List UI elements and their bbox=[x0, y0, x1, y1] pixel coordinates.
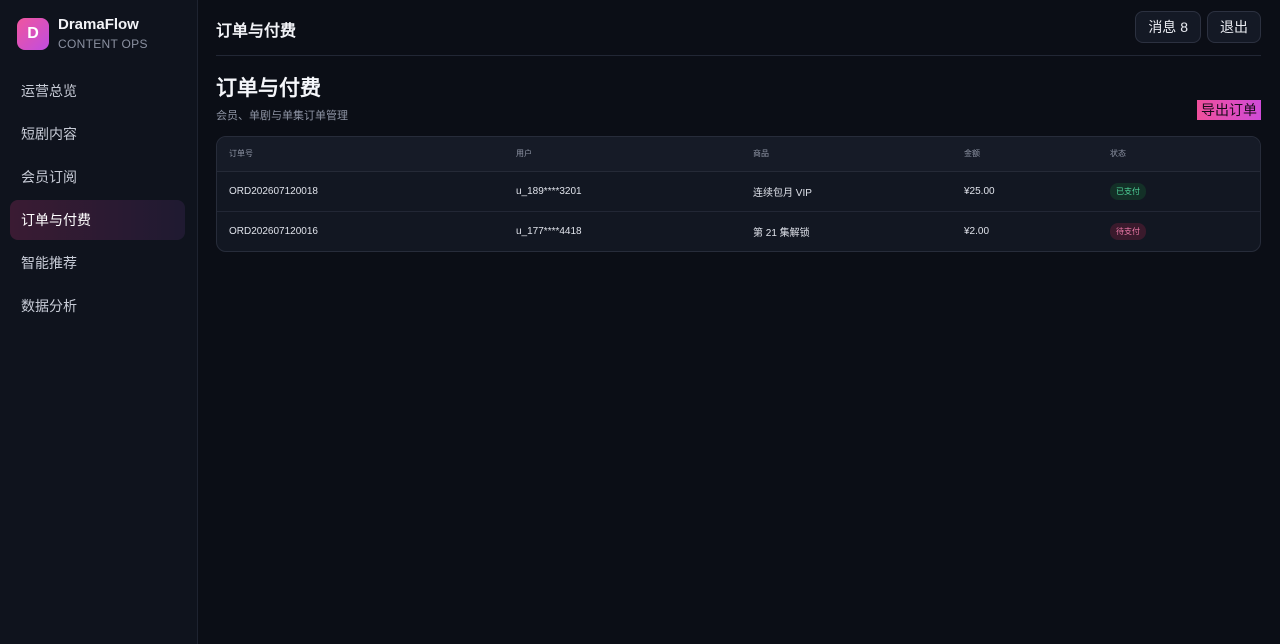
table-row[interactable]: ORD202607120018 u_189****3201 连续包月 VIP ¥… bbox=[217, 171, 1260, 212]
page-header: 订单与付费 会员、单剧与单集订单管理 bbox=[216, 76, 348, 123]
column-header-amount: 金额 bbox=[952, 137, 1098, 172]
logout-button[interactable]: 退出 bbox=[1207, 11, 1261, 43]
brand-name: DramaFlow bbox=[58, 16, 139, 33]
user-cell: u_177****4418 bbox=[516, 225, 582, 237]
sidebar: D DramaFlow CONTENT OPS 运营总览 短剧内容 会员订阅 订… bbox=[0, 0, 198, 644]
brand: D DramaFlow CONTENT OPS bbox=[17, 16, 148, 52]
topbar-title: 订单与付费 bbox=[216, 23, 297, 40]
status-cell: 待支付 bbox=[1098, 211, 1260, 251]
brand-logo: D bbox=[17, 18, 49, 50]
product-cell: 第 21 集解锁 bbox=[753, 227, 810, 239]
column-header-product: 商品 bbox=[741, 137, 952, 172]
topbar: 订单与付费 消息 8 退出 bbox=[216, 0, 1261, 56]
user-cell: u_189****3201 bbox=[504, 171, 741, 212]
sidebar-item-short-dramas[interactable]: 短剧内容 bbox=[10, 114, 185, 154]
table-header-row: 订单号 用户 商品 金额 状态 bbox=[217, 137, 1260, 172]
product-cell: 连续包月 VIP bbox=[741, 171, 952, 212]
sidebar-item-membership[interactable]: 会员订阅 bbox=[10, 157, 185, 197]
sidebar-item-orders[interactable]: 订单与付费 bbox=[10, 200, 185, 240]
app: D DramaFlow CONTENT OPS 运营总览 短剧内容 会员订阅 订… bbox=[0, 0, 1280, 644]
orders-table: 订单号 用户 商品 金额 状态 ORD202607120018 u_189***… bbox=[216, 136, 1261, 252]
page-subtitle: 会员、单剧与单集订单管理 bbox=[216, 110, 348, 122]
order-id-cell: ORD202607120016 bbox=[229, 225, 318, 237]
top-actions: 消息 8 退出 bbox=[1129, 11, 1261, 43]
sidebar-item-analytics[interactable]: 数据分析 bbox=[10, 286, 185, 326]
status-badge: 待支付 bbox=[1110, 222, 1146, 240]
column-header-user: 用户 bbox=[504, 137, 741, 172]
amount-cell: ¥2.00 bbox=[964, 225, 990, 237]
sidebar-item-overview[interactable]: 运营总览 bbox=[10, 71, 185, 111]
column-header-status: 状态 bbox=[1098, 137, 1260, 172]
sidebar-nav: 运营总览 短剧内容 会员订阅 订单与付费 智能推荐 数据分析 bbox=[10, 71, 185, 329]
sidebar-item-recommendation[interactable]: 智能推荐 bbox=[10, 243, 185, 283]
status-badge: 已支付 bbox=[1110, 182, 1146, 200]
page-title: 订单与付费 bbox=[216, 77, 321, 100]
messages-button[interactable]: 消息 8 bbox=[1135, 11, 1201, 43]
column-header-order-id: 订单号 bbox=[217, 137, 504, 172]
status-cell: 已支付 bbox=[1098, 171, 1260, 212]
order-id-cell: ORD202607120018 bbox=[217, 171, 504, 212]
export-orders-button[interactable]: 导出订单 bbox=[1197, 100, 1261, 120]
amount-cell: ¥25.00 bbox=[952, 171, 1098, 212]
main-content: 订单与付费 消息 8 退出 订单与付费 会员、单剧与单集订单管理 导出订单 订单… bbox=[198, 0, 1280, 644]
brand-subtitle: CONTENT OPS bbox=[58, 37, 148, 51]
table-row[interactable]: ORD202607120016 u_177****4418 第 21 集解锁 ¥… bbox=[217, 211, 1260, 251]
